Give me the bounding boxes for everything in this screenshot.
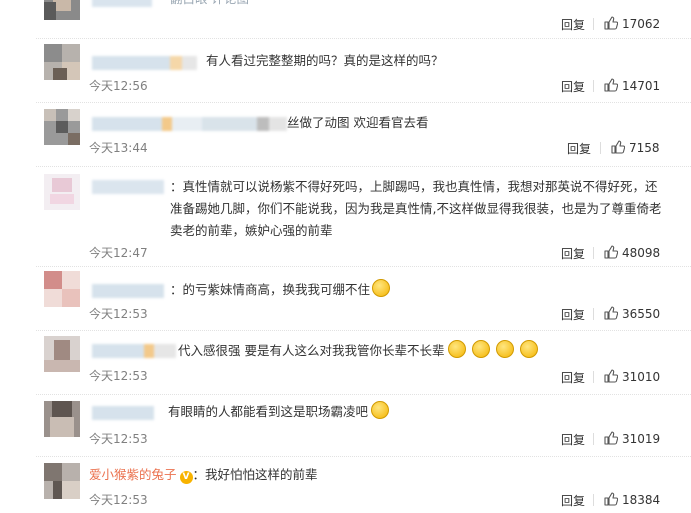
thumbs-up-icon bbox=[611, 140, 626, 154]
comment-item: 爱小猴紫的兔子 V ：我好怕怕这样的前辈 今天12:53 回复 18384 bbox=[0, 457, 691, 513]
username-link[interactable]: 爱小猴紫的兔子 bbox=[89, 467, 177, 482]
username-blurred[interactable] bbox=[92, 56, 197, 70]
username-blurred[interactable] bbox=[92, 180, 164, 194]
comment-text: 有人看过完整整期的吗？真的是这样的吗？ bbox=[206, 53, 444, 68]
timestamp: 今天12:53 bbox=[89, 307, 148, 321]
avatar[interactable] bbox=[44, 463, 80, 499]
crying-emoji-icon bbox=[371, 401, 390, 419]
thinking-emoji-icon bbox=[472, 340, 491, 358]
reply-button[interactable]: 回复 bbox=[561, 431, 585, 448]
verified-badge-icon: V bbox=[179, 471, 193, 484]
avatar[interactable] bbox=[44, 44, 80, 80]
thinking-emoji-icon bbox=[448, 340, 467, 358]
reply-button[interactable]: 回复 bbox=[561, 306, 585, 323]
comment-item: 代入感很强 要是有人这么对我我管你长辈不长辈 今天12:53 回复 31010 bbox=[0, 331, 691, 393]
comment-item: 翻白眼 评论图 回复 17062 bbox=[0, 0, 691, 38]
comment-item: ：真性情就可以说杨紫不得好死吗，上脚踢吗，我也真性情，我想对那英说不得好死，还准… bbox=[0, 167, 691, 265]
reply-button[interactable]: 回复 bbox=[567, 140, 591, 157]
divider bbox=[593, 18, 594, 30]
divider bbox=[600, 142, 601, 154]
like-button[interactable]: 7158 bbox=[611, 140, 660, 155]
like-count: 17062 bbox=[622, 17, 661, 31]
username-blurred[interactable] bbox=[92, 344, 176, 358]
username-blurred[interactable] bbox=[92, 284, 164, 298]
comment-text-body: ：的亏紫妹情商高，换我我可绷不住 bbox=[170, 282, 371, 297]
like-button[interactable]: 18384 bbox=[604, 492, 660, 507]
like-count: 18384 bbox=[622, 493, 661, 507]
reply-button[interactable]: 回复 bbox=[561, 78, 585, 95]
divider bbox=[593, 433, 594, 445]
laughing-emoji-icon bbox=[372, 279, 391, 297]
comment-text-body: 有眼睛的人都能看到这是职场霸凌吧 bbox=[168, 404, 369, 419]
timestamp: 今天12:53 bbox=[89, 369, 148, 383]
like-count: 31019 bbox=[622, 432, 661, 446]
like-count: 31010 bbox=[622, 370, 661, 384]
reply-button[interactable]: 回复 bbox=[561, 492, 585, 509]
timestamp: 今天12:53 bbox=[89, 493, 148, 507]
thumbs-up-icon bbox=[604, 492, 619, 506]
comment-text-body: ：我好怕怕这样的前辈 bbox=[192, 467, 318, 482]
like-count: 14701 bbox=[622, 79, 661, 93]
divider bbox=[593, 308, 594, 320]
thinking-emoji-icon bbox=[496, 340, 515, 358]
avatar[interactable] bbox=[44, 401, 80, 437]
avatar[interactable] bbox=[44, 0, 80, 20]
thinking-emoji-icon bbox=[520, 340, 539, 358]
like-count: 48098 bbox=[622, 246, 661, 260]
comment-text: ：真性情就可以说杨紫不得好死吗，上脚踢吗，我也真性情，我想对那英说不得好死，还准… bbox=[170, 179, 662, 238]
timestamp: 今天12:53 bbox=[89, 432, 148, 446]
comment-text: 翻白眼 评论图 bbox=[170, 0, 249, 10]
like-button[interactable]: 31019 bbox=[604, 431, 660, 446]
divider bbox=[593, 80, 594, 92]
comment-text: ：的亏紫妹情商高，换我我可绷不住 bbox=[170, 279, 391, 301]
like-button[interactable]: 14701 bbox=[604, 78, 660, 93]
like-count: 36550 bbox=[622, 307, 661, 321]
timestamp: 今天13:44 bbox=[89, 141, 148, 155]
thumbs-up-icon bbox=[604, 78, 619, 92]
comment-text: 丝做了动图 欢迎看官去看 bbox=[287, 115, 429, 130]
comment-item: ：的亏紫妹情商高，换我我可绷不住 今天12:53 回复 36550 bbox=[0, 267, 691, 329]
comment-text: 代入感很强 要是有人这么对我我管你长辈不长辈 bbox=[178, 340, 539, 362]
timestamp: 今天12:56 bbox=[89, 79, 148, 93]
like-button[interactable]: 17062 bbox=[604, 16, 660, 31]
like-button[interactable]: 31010 bbox=[604, 369, 660, 384]
divider bbox=[593, 371, 594, 383]
like-count: 7158 bbox=[629, 141, 660, 155]
thumbs-up-icon bbox=[604, 16, 619, 30]
comment-item: 丝做了动图 欢迎看官去看 今天13:44 回复 7158 bbox=[0, 103, 691, 165]
divider bbox=[593, 247, 594, 259]
thumbs-up-icon bbox=[604, 369, 619, 383]
comment-text: 爱小猴紫的兔子 V ：我好怕怕这样的前辈 bbox=[89, 464, 318, 486]
like-button[interactable]: 36550 bbox=[604, 306, 660, 321]
reply-button[interactable]: 回复 bbox=[561, 369, 585, 386]
thumbs-up-icon bbox=[604, 245, 619, 259]
thumbs-up-icon bbox=[604, 306, 619, 320]
comment-text-body: 代入感很强 要是有人这么对我我管你长辈不长辈 bbox=[178, 343, 445, 358]
username-blurred[interactable] bbox=[92, 406, 154, 420]
username-blurred[interactable] bbox=[92, 117, 287, 131]
comment-item: 有眼睛的人都能看到这是职场霸凌吧 今天12:53 回复 31019 bbox=[0, 395, 691, 457]
username-blurred[interactable] bbox=[92, 0, 152, 7]
avatar[interactable] bbox=[44, 174, 80, 210]
divider bbox=[593, 494, 594, 506]
reply-button[interactable]: 回复 bbox=[561, 16, 585, 33]
comment-text: 有眼睛的人都能看到这是职场霸凌吧 bbox=[168, 401, 390, 423]
comment-item: 有人看过完整整期的吗？真的是这样的吗？ 今天12:56 回复 14701 bbox=[0, 39, 691, 101]
avatar[interactable] bbox=[44, 336, 80, 372]
avatar[interactable] bbox=[44, 109, 80, 145]
like-button[interactable]: 48098 bbox=[604, 245, 660, 260]
avatar[interactable] bbox=[44, 271, 80, 307]
timestamp: 今天12:47 bbox=[89, 246, 148, 260]
thumbs-up-icon bbox=[604, 431, 619, 445]
reply-button[interactable]: 回复 bbox=[561, 245, 585, 262]
